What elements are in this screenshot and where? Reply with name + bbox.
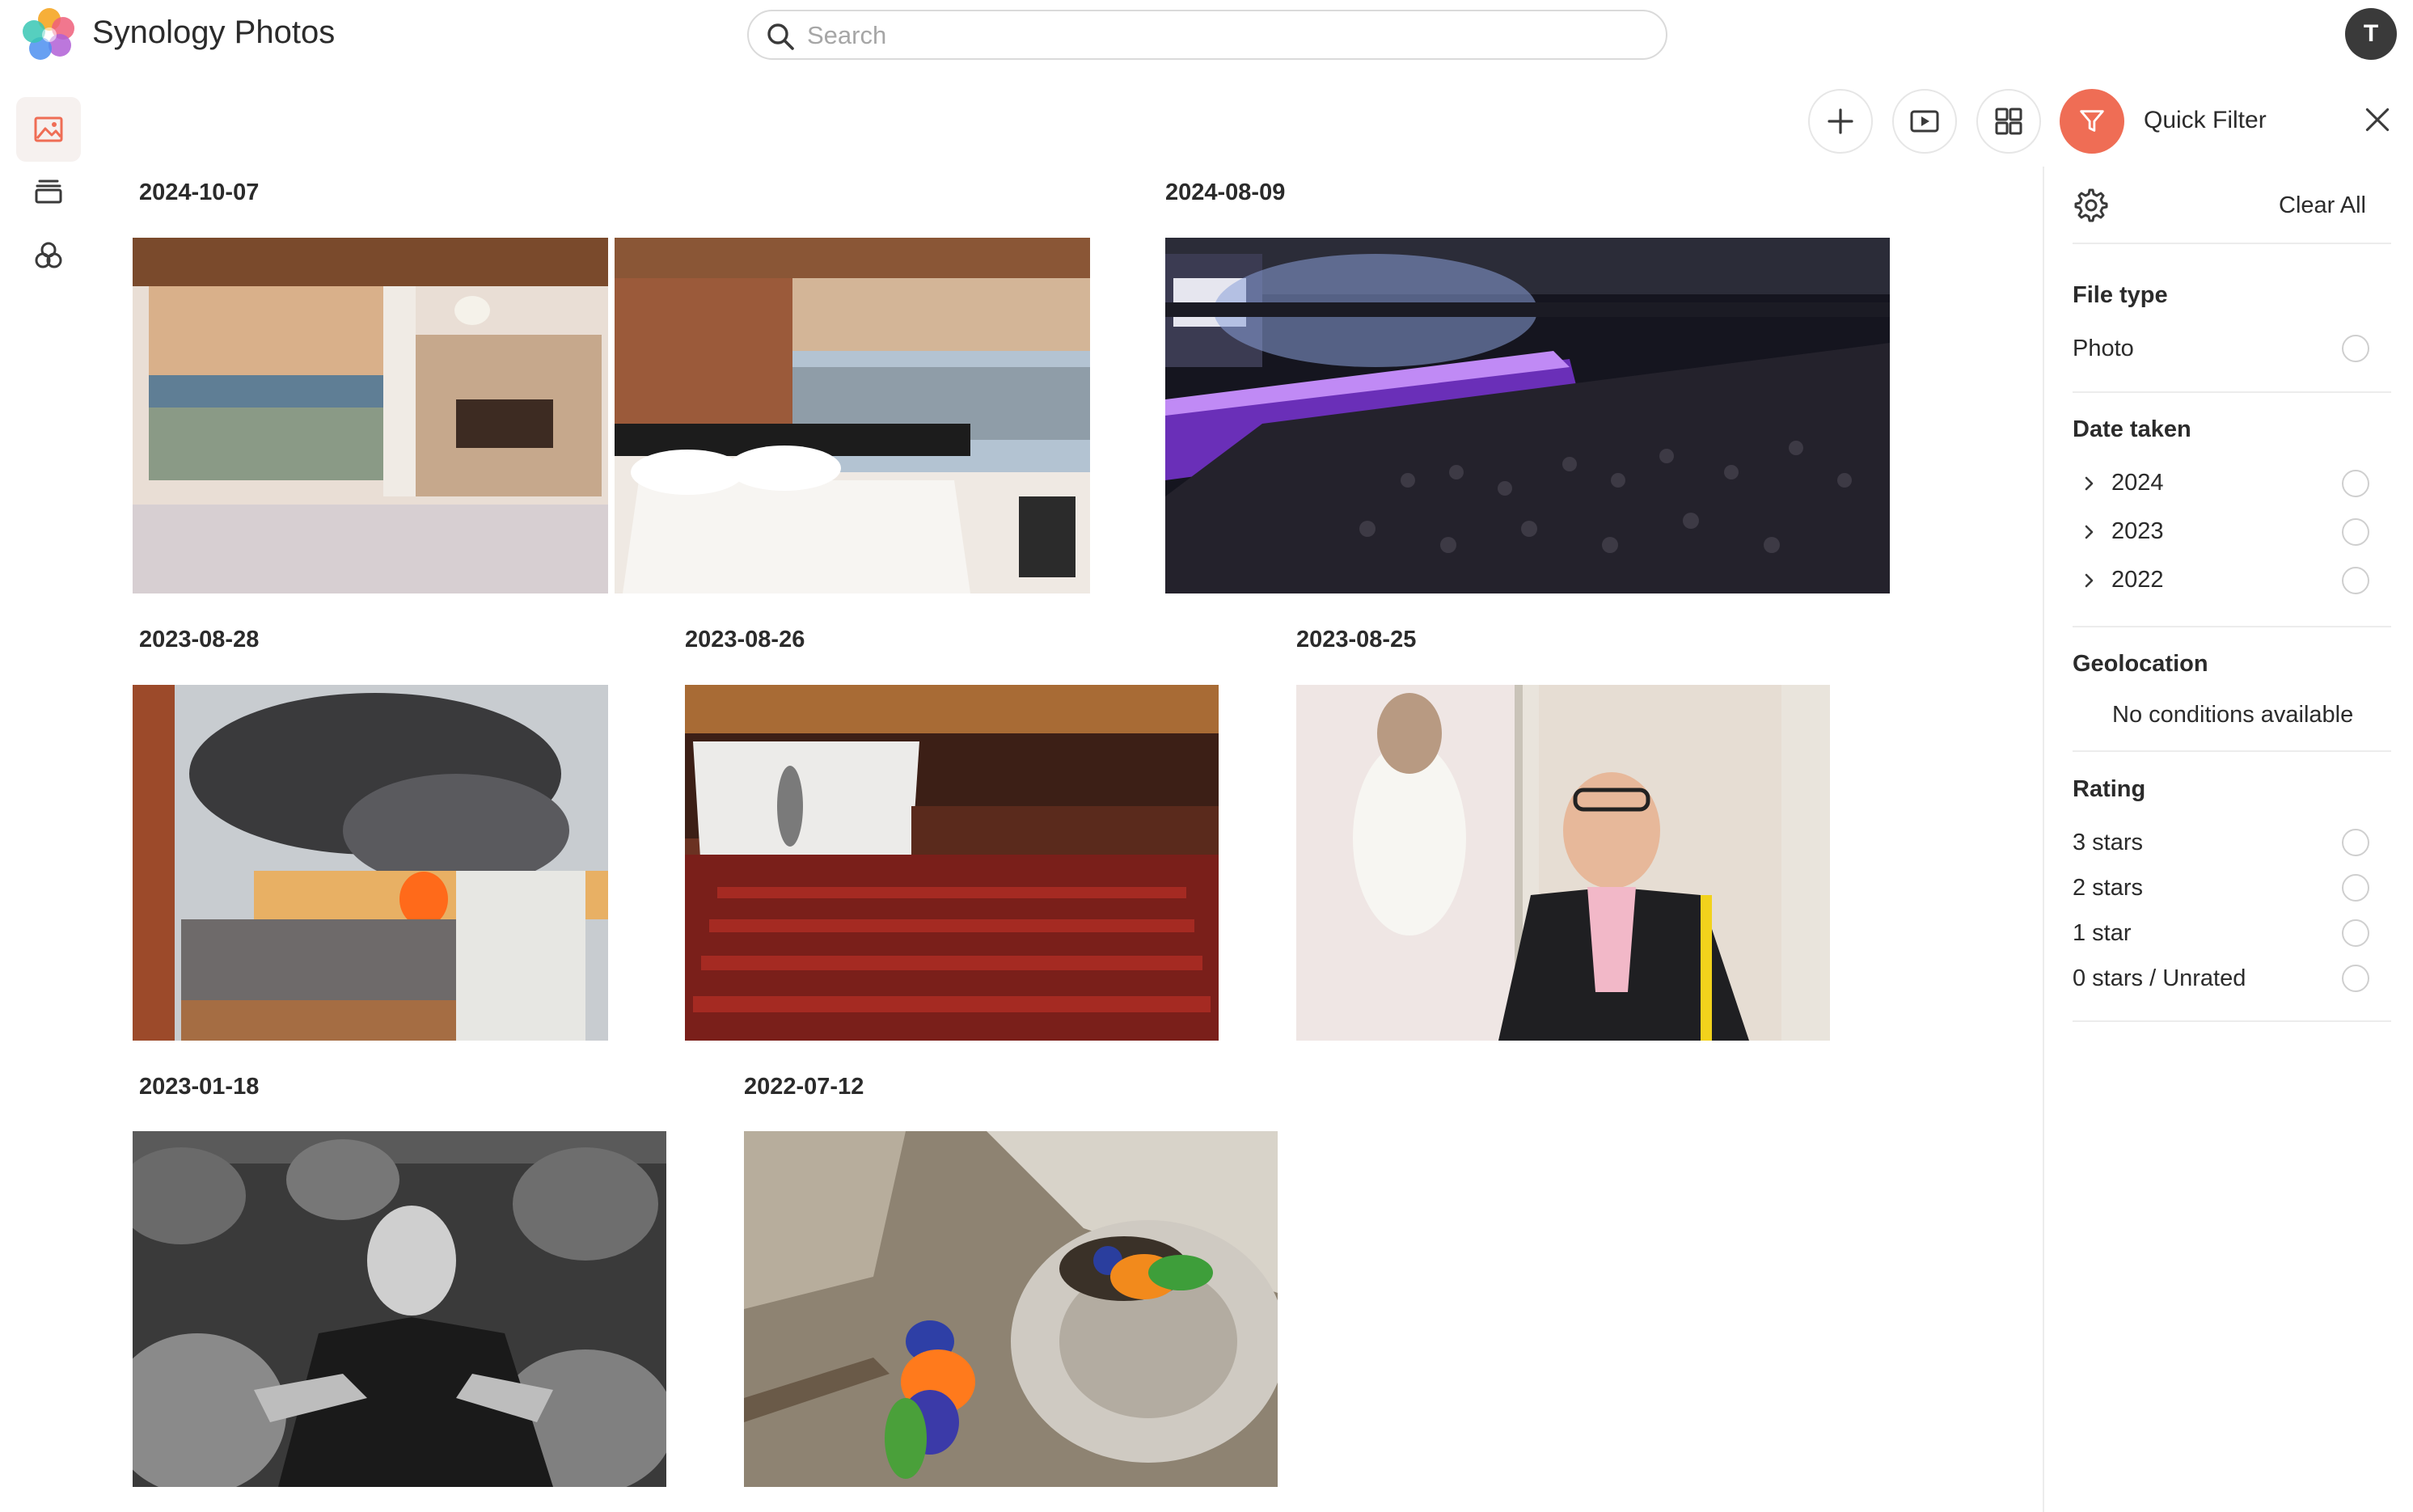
- photo-thumbnail-man-at-gallery[interactable]: [1296, 685, 1830, 1041]
- date-taken-2023-radio[interactable]: [2342, 518, 2369, 546]
- search-icon: [767, 23, 794, 50]
- grid-icon: [1995, 108, 2022, 135]
- rating-3-stars-radio[interactable]: [2342, 829, 2369, 856]
- close-icon: [2365, 108, 2390, 132]
- filter-panel-divider: [2043, 167, 2044, 1512]
- date-header: 2024-10-07: [139, 179, 260, 205]
- date-taken-title: Date taken: [2073, 416, 2191, 442]
- rating-option-3-stars: 3 stars: [2073, 830, 2144, 855]
- view-mode-button[interactable]: [1976, 89, 2041, 154]
- gear-icon[interactable]: [2073, 188, 2109, 223]
- rating-option-1-star: 1 star: [2073, 920, 2132, 946]
- slideshow-button[interactable]: [1892, 89, 1957, 154]
- app-title: Synology Photos: [92, 15, 336, 50]
- file-type-photo-radio[interactable]: [2342, 335, 2369, 362]
- rating-2-stars-radio[interactable]: [2342, 874, 2369, 902]
- date-header: 2023-08-25: [1296, 627, 1417, 653]
- nav-photos[interactable]: [16, 97, 81, 162]
- photo-thumbnail-cinema-hall[interactable]: [685, 685, 1219, 1041]
- photo-thumbnail-city-fire-smoke[interactable]: [133, 685, 608, 1041]
- date-header: 2022-07-12: [744, 1074, 864, 1100]
- date-taken-2022-radio[interactable]: [2342, 567, 2369, 594]
- shared-space-icon: [35, 242, 62, 268]
- section-divider: [2073, 243, 2391, 244]
- synology-photos-logo-icon[interactable]: [19, 5, 79, 65]
- date-taken-option-2023: 2023: [2111, 518, 2164, 544]
- date-header: 2024-08-09: [1165, 179, 1286, 205]
- photo-thumbnail-concert-crowd[interactable]: [1165, 238, 1890, 593]
- slideshow-icon: [1910, 110, 1939, 133]
- app-header: Synology Photos T: [0, 0, 2413, 74]
- plus-icon: [1828, 108, 1853, 134]
- image-icon: [34, 116, 63, 142]
- albums-icon: [35, 179, 62, 204]
- geolocation-empty-message: No conditions available: [2112, 702, 2354, 728]
- date-taken-2024-radio[interactable]: [2342, 470, 2369, 497]
- section-divider: [2073, 750, 2391, 752]
- chevron-right-icon[interactable]: [2080, 523, 2098, 541]
- rating-1-star-radio[interactable]: [2342, 919, 2369, 947]
- nav-albums[interactable]: [16, 158, 81, 223]
- date-taken-option-2024: 2024: [2111, 470, 2164, 496]
- add-button[interactable]: [1808, 89, 1873, 154]
- user-avatar[interactable]: T: [2345, 8, 2397, 60]
- section-divider: [2073, 1020, 2391, 1022]
- quick-filter-label: Quick Filter: [2144, 107, 2267, 133]
- photo-thumbnail-man-with-barrels[interactable]: [133, 1131, 666, 1487]
- section-divider: [2073, 391, 2391, 393]
- chevron-right-icon[interactable]: [2080, 475, 2098, 492]
- search-input[interactable]: [807, 18, 1648, 53]
- rating-title: Rating: [2073, 776, 2146, 802]
- date-header: 2023-08-28: [139, 627, 260, 653]
- date-header: 2023-08-26: [685, 627, 805, 653]
- date-taken-option-2022: 2022: [2111, 567, 2164, 593]
- file-type-title: File type: [2073, 282, 2168, 308]
- filter-icon: [2080, 110, 2104, 132]
- section-divider: [2073, 626, 2391, 627]
- rating-option-2-stars: 2 stars: [2073, 875, 2144, 901]
- rating-option-unrated: 0 stars / Unrated: [2073, 965, 2246, 991]
- geolocation-title: Geolocation: [2073, 651, 2208, 677]
- search-bar[interactable]: [747, 10, 1667, 60]
- quick-filter-button[interactable]: [2060, 89, 2124, 154]
- photo-thumbnail-hotel-bedroom[interactable]: [615, 238, 1090, 593]
- rating-unrated-radio[interactable]: [2342, 965, 2369, 992]
- clear-all-button[interactable]: Clear All: [2279, 192, 2366, 219]
- date-header: 2023-01-18: [139, 1074, 260, 1100]
- photo-thumbnail-hotel-room-window[interactable]: [133, 238, 608, 593]
- nav-shared[interactable]: [16, 223, 81, 288]
- file-type-option-photo: Photo: [2073, 336, 2134, 361]
- chevron-right-icon[interactable]: [2080, 572, 2098, 589]
- photo-thumbnail-lorikeets-on-tree[interactable]: [744, 1131, 1278, 1487]
- close-filter-button[interactable]: [2361, 103, 2394, 136]
